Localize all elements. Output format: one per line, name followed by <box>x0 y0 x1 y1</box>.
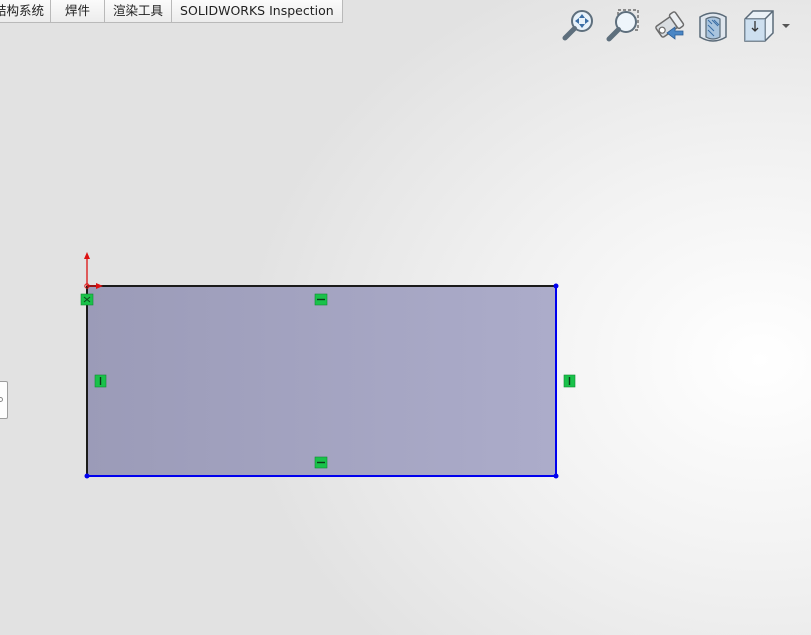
fix-relation-icon[interactable] <box>80 293 94 306</box>
vertex-bottom-left[interactable] <box>84 473 90 479</box>
vertical-relation-icon[interactable] <box>563 374 576 388</box>
sketch-rectangle-face[interactable] <box>87 286 556 476</box>
horizontal-relation-icon[interactable] <box>314 456 328 469</box>
vertex-bottom-right[interactable] <box>553 473 559 479</box>
graphics-area[interactable] <box>0 0 811 635</box>
vertex-top-right[interactable] <box>553 283 559 289</box>
origin-icon[interactable] <box>84 252 103 289</box>
horizontal-relation-icon[interactable] <box>314 293 328 306</box>
vertical-relation-icon[interactable] <box>94 374 107 388</box>
